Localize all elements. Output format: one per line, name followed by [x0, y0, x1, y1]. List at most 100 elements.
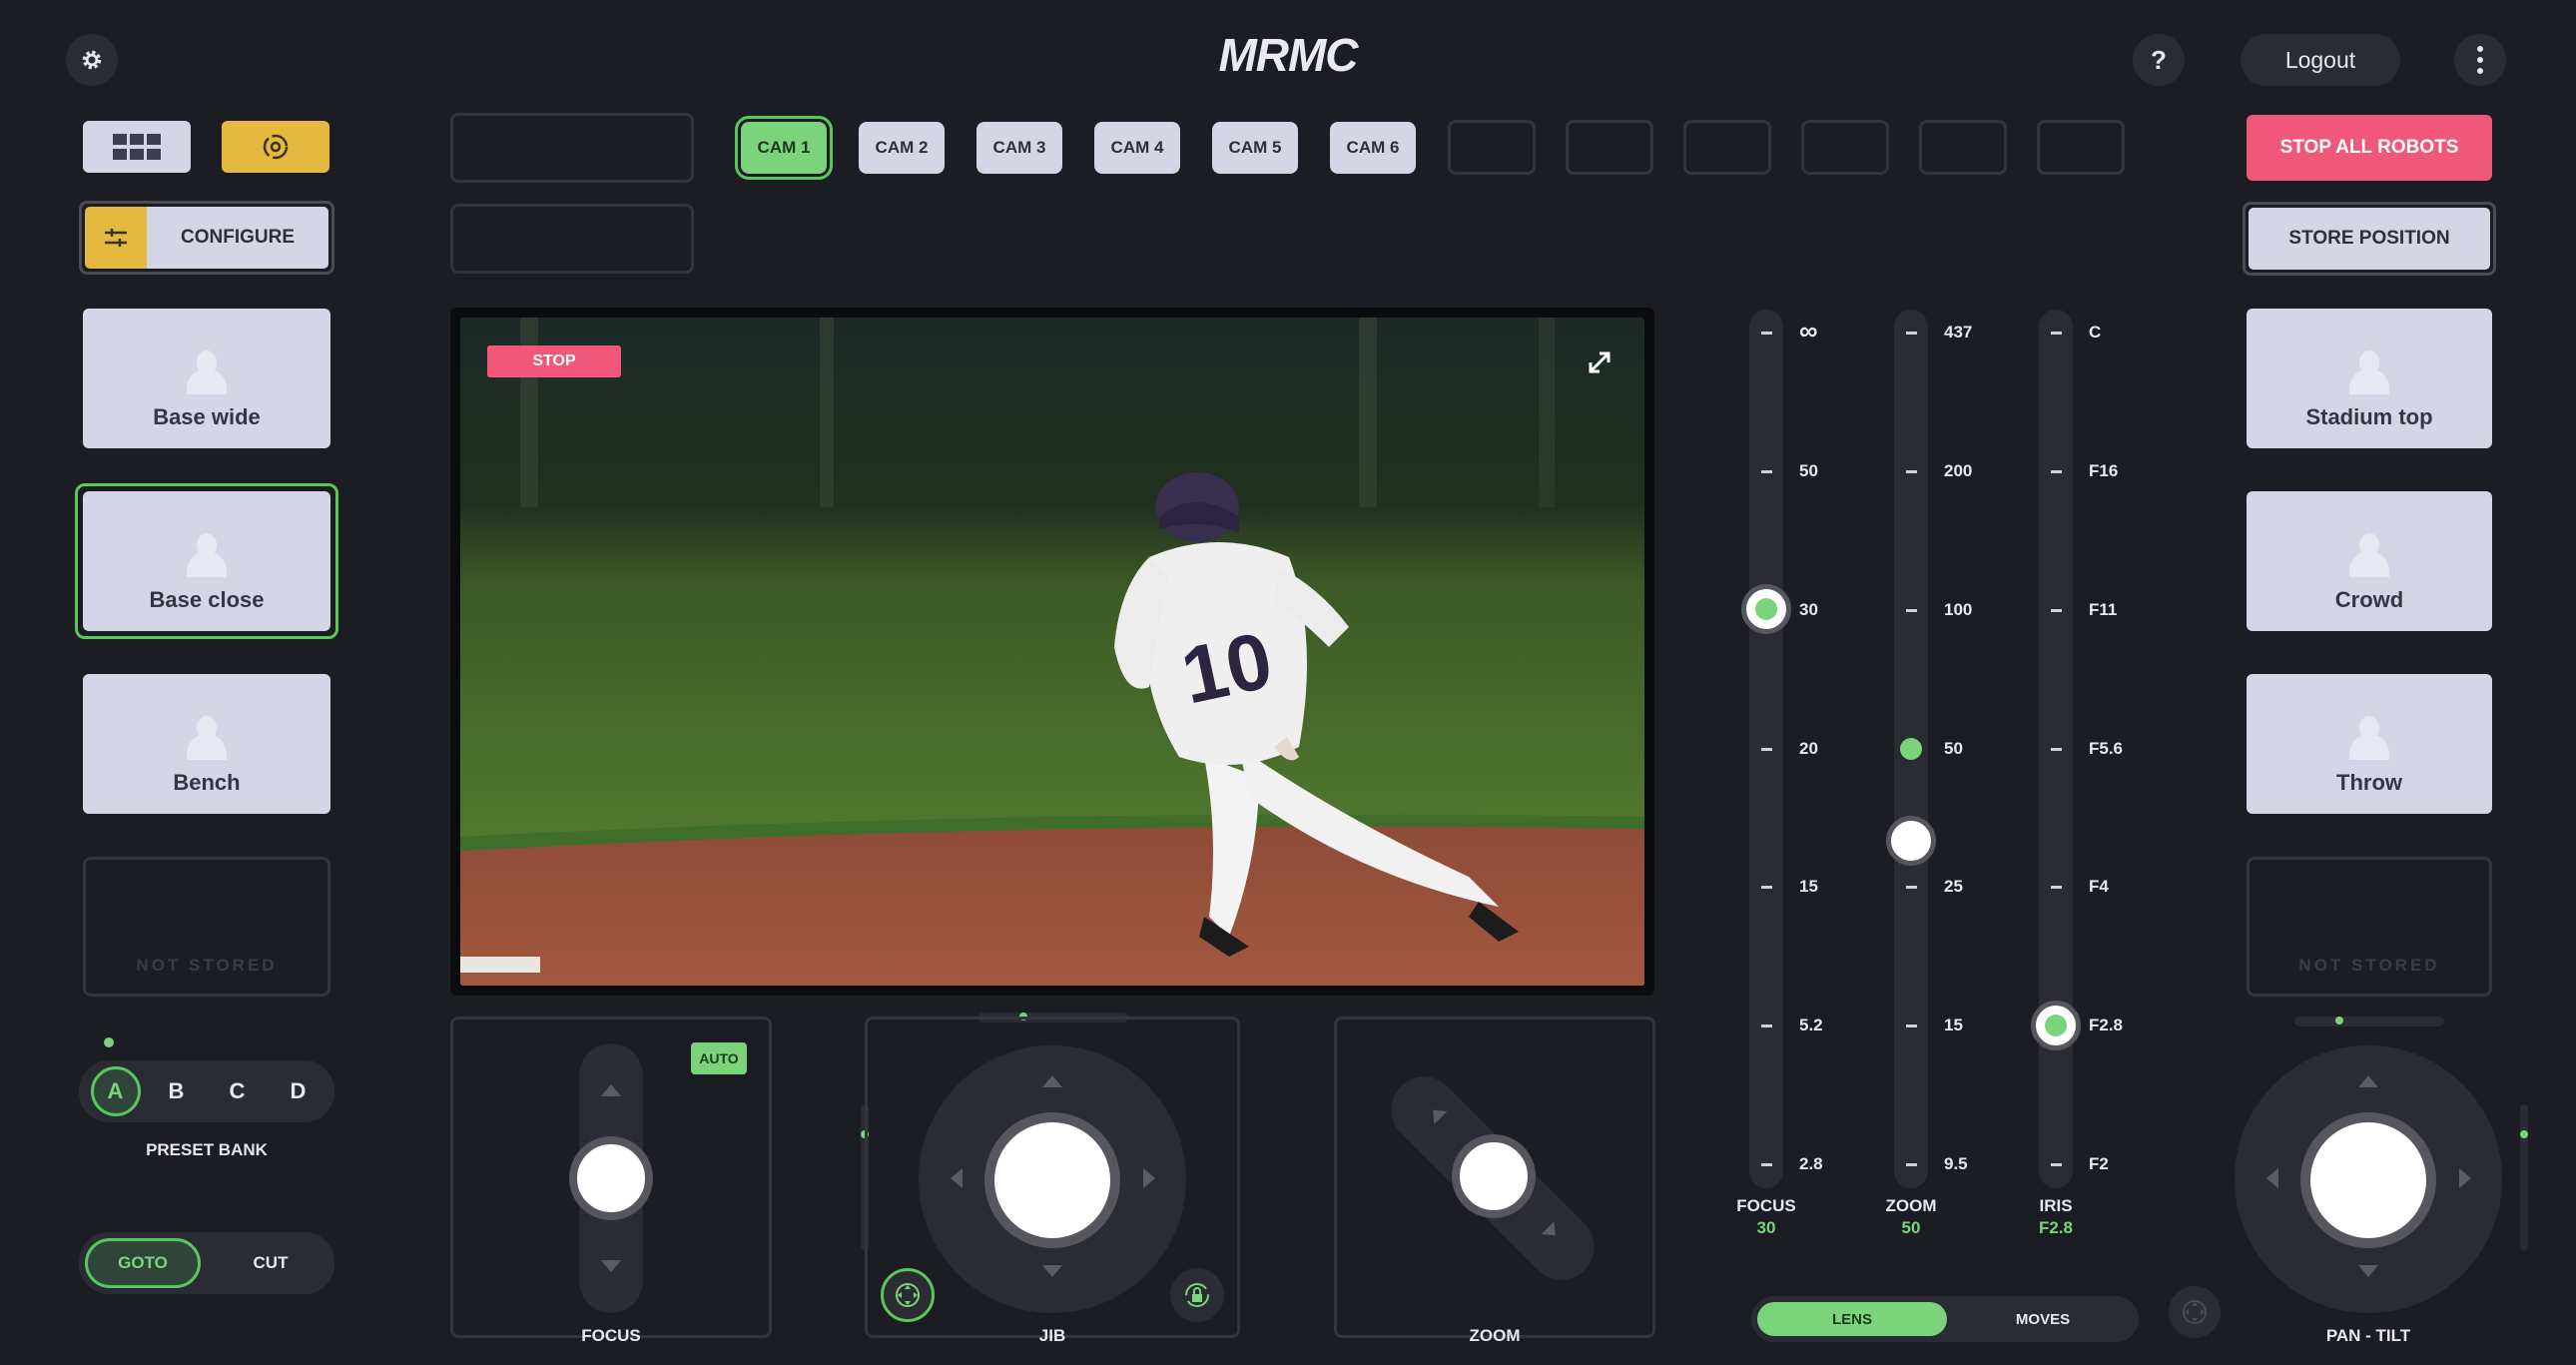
lens-slider-value: 30	[1756, 1218, 1776, 1237]
person-icon	[187, 533, 227, 577]
jib-control-label: JIB	[1038, 1326, 1066, 1345]
preset-bench[interactable]: Bench	[83, 674, 330, 814]
lens-slider-name: FOCUS	[1736, 1196, 1796, 1215]
focus-control-label: FOCUS	[581, 1326, 641, 1345]
pan-tilt-joystick-knob[interactable]	[2300, 1112, 2436, 1248]
cam-empty-slot[interactable]	[1919, 120, 2007, 175]
cam-1-button[interactable]: CAM 1	[735, 116, 833, 180]
arrow-left-icon	[2266, 1168, 2278, 1188]
bank-b-button[interactable]: B	[152, 1078, 202, 1104]
app-logo: MRMC	[1218, 29, 1358, 81]
arrow-up-icon	[2358, 1075, 2378, 1087]
cam-empty-slot[interactable]	[2037, 120, 2125, 175]
focus-auto-button[interactable]: AUTO	[691, 1042, 747, 1074]
preset-label: Base wide	[153, 404, 261, 429]
preset-bank-selector: A B C D	[79, 1060, 334, 1122]
video-frame: 10	[460, 318, 1644, 986]
stop-stream-button[interactable]: STOP	[487, 345, 621, 377]
slider-tick-label: 437	[1944, 323, 1973, 341]
pan-tilt-move-button[interactable]	[2169, 1286, 2221, 1338]
bank-d-button[interactable]: D	[274, 1078, 323, 1104]
preset-stadium-top[interactable]: Stadium top	[2247, 309, 2492, 448]
slider-tick-label: 50	[1799, 460, 1818, 480]
jib-move-mode-button[interactable]	[881, 1268, 935, 1322]
preset-empty-slot[interactable]: NOT STORED	[2247, 857, 2492, 997]
preset-label: Base close	[149, 587, 265, 612]
cut-button[interactable]: CUT	[213, 1253, 328, 1273]
iris-lens-slider-knob[interactable]	[2031, 1000, 2081, 1050]
rotate-lock-icon	[1185, 1283, 1209, 1307]
bank-a-button[interactable]: A	[90, 1066, 141, 1116]
cam-3-button[interactable]: CAM 3	[976, 122, 1062, 174]
rotate-icon	[263, 134, 289, 160]
slider-tick	[2051, 469, 2062, 473]
cam-2-button[interactable]: CAM 2	[859, 122, 945, 174]
arrow-down-icon	[2358, 1265, 2378, 1277]
preset-empty-slot[interactable]: NOT STORED	[83, 857, 330, 997]
jib-lock-button[interactable]	[1170, 1268, 1224, 1322]
preset-base-close[interactable]: Base close	[83, 491, 330, 631]
preset-label: Crowd	[2334, 587, 2404, 612]
store-position-button[interactable]: STORE POSITION	[2243, 202, 2496, 276]
cam-5-button[interactable]: CAM 5	[1212, 122, 1298, 174]
moves-mode-button[interactable]: MOVES	[1953, 1311, 2133, 1328]
lens-slider-name: ZOOM	[1885, 1196, 1937, 1215]
slider-tick-label: F16	[2089, 460, 2119, 480]
preset-bank-label: PRESET BANK	[146, 1140, 268, 1159]
zoom-slider-knob[interactable]	[1452, 1134, 1536, 1218]
lens-moves-toggle: LENS MOVES	[1751, 1296, 2139, 1342]
slider-tick-label: 30	[1799, 599, 1818, 619]
grid-icon	[113, 134, 161, 160]
cam-empty-slot[interactable]	[1566, 120, 1653, 175]
rotate-view-button[interactable]	[222, 121, 329, 173]
goto-button[interactable]: GOTO	[85, 1238, 201, 1288]
more-menu-button[interactable]	[2454, 34, 2506, 86]
lens-slider-value: F2.8	[2038, 1218, 2074, 1237]
focus-slider-knob[interactable]	[569, 1136, 653, 1220]
stop-all-robots-button[interactable]: STOP ALL ROBOTS	[2247, 115, 2492, 181]
slider-tick	[1906, 608, 1917, 612]
cam-empty-slot[interactable]	[1683, 120, 1771, 175]
arrow-down-icon	[1042, 1265, 1062, 1277]
slider-tick	[2051, 608, 2062, 612]
gear-icon	[82, 50, 102, 70]
empty-slot[interactable]	[450, 113, 694, 183]
pan-tilt-side-indicator	[2520, 1104, 2528, 1250]
lens-mode-button[interactable]: LENS	[1757, 1302, 1947, 1336]
configure-button[interactable]: CONFIGURE	[79, 201, 334, 275]
zoom-lens-slider-knob[interactable]	[1886, 815, 1936, 866]
lens-slider-value: 50	[1901, 1218, 1921, 1237]
settings-button[interactable]	[66, 34, 118, 86]
slider-tick	[1906, 1163, 1917, 1166]
person-icon	[2349, 716, 2389, 760]
empty-slot[interactable]	[450, 204, 694, 274]
cam-4-button[interactable]: CAM 4	[1094, 122, 1180, 174]
preset-base-wide[interactable]: Base wide	[83, 309, 330, 448]
bank-c-button[interactable]: C	[213, 1078, 263, 1104]
slider-tick	[1761, 886, 1772, 890]
recall-mode-toggle: GOTO CUT	[79, 1232, 334, 1294]
slider-tick-label: F5.6	[2089, 738, 2124, 758]
person-icon	[187, 716, 227, 760]
slider-tick-label: C	[2089, 323, 2102, 341]
cam-6-button[interactable]: CAM 6	[1330, 122, 1416, 174]
arrow-right-icon	[2459, 1168, 2471, 1188]
arrow-left-icon	[951, 1168, 963, 1188]
slider-tick-label: F11	[2089, 599, 2118, 619]
preset-label: Throw	[2336, 770, 2402, 795]
store-position-label: STORE POSITION	[2249, 208, 2490, 270]
focus-lens-slider-knob[interactable]	[1741, 584, 1791, 635]
cam-empty-slot[interactable]	[1448, 120, 1536, 175]
help-button[interactable]: ?	[2133, 34, 2185, 86]
slider-tick	[1761, 1163, 1772, 1166]
fullscreen-icon[interactable]	[1583, 345, 1616, 379]
slider-tick	[2051, 886, 2062, 890]
arrow-up-icon	[601, 1084, 621, 1096]
jib-joystick-knob[interactable]	[984, 1112, 1120, 1248]
logout-button[interactable]: Logout	[2241, 34, 2400, 86]
video-preview[interactable]: 10 STOP	[450, 308, 1654, 996]
cam-empty-slot[interactable]	[1801, 120, 1889, 175]
preset-throw[interactable]: Throw	[2247, 674, 2492, 814]
preset-crowd[interactable]: Crowd	[2247, 491, 2492, 631]
grid-view-button[interactable]	[83, 121, 191, 173]
